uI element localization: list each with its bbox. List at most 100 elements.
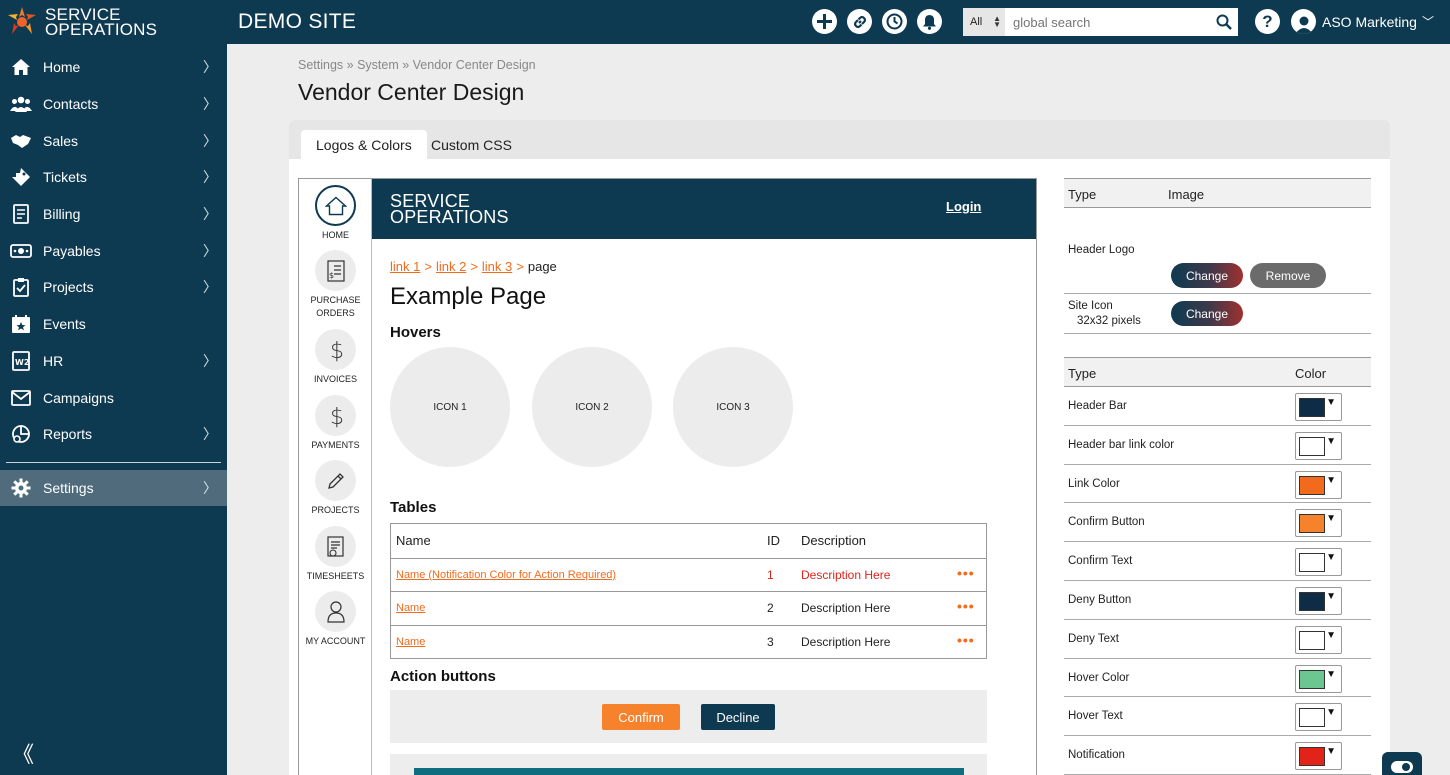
preview-nav-label: PROJECTS: [311, 505, 360, 515]
links-button[interactable]: [847, 9, 872, 34]
change-site-icon-button[interactable]: Change: [1171, 301, 1243, 326]
color-picker-dropdown[interactable]: ▼: [1295, 703, 1342, 732]
vendor-center-preview: HOME $ PURCHASE ORDERS $ INVOICES $ PAYM…: [298, 178, 1037, 775]
sidebar-item-campaigns[interactable]: Campaigns: [0, 379, 227, 416]
color-swatch: [1299, 669, 1325, 689]
brand-logo[interactable]: SERVICE OPERATIONS: [0, 0, 227, 44]
sidebar-item-contacts[interactable]: Contacts 〉: [0, 86, 227, 123]
svg-text:$: $: [330, 405, 344, 429]
preview-nav-label: ORDERS: [316, 308, 355, 318]
notifications-button[interactable]: [917, 9, 942, 34]
table-row: Name 3 Description Here •••: [391, 624, 986, 659]
color-swatch: [1299, 708, 1325, 728]
search-scope-select[interactable]: All ▲ ▼: [963, 8, 1005, 36]
tab-logos-colors[interactable]: Logos & Colors: [301, 130, 427, 160]
color-setting-row: Confirm Button ▼: [1064, 503, 1371, 543]
reports-icon: [10, 423, 32, 445]
home-icon: [10, 56, 32, 78]
preview-nav-projects[interactable]: PROJECTS: [299, 460, 372, 517]
chevron-right-icon: 〉: [203, 59, 217, 76]
sidebar-item-projects[interactable]: Projects 〉: [0, 269, 227, 306]
row-name-link[interactable]: Name: [396, 636, 425, 648]
sidebar-item-reports[interactable]: Reports 〉: [0, 416, 227, 453]
sidebar-item-home[interactable]: Home 〉: [0, 49, 227, 86]
sidebar-item-sales[interactable]: Sales 〉: [0, 122, 227, 159]
preview-hover-icon-1[interactable]: ICON 1: [390, 347, 510, 467]
change-header-logo-button[interactable]: Change: [1171, 263, 1243, 288]
color-picker-dropdown[interactable]: ▼: [1295, 509, 1342, 538]
preview-header-logo: SERVICE OPERATIONS: [390, 191, 509, 227]
preview-page-title: Example Page: [390, 283, 547, 310]
preview-login-link[interactable]: Login: [946, 199, 981, 214]
sidebar-item-payables[interactable]: Payables 〉: [0, 232, 227, 269]
color-picker-dropdown[interactable]: ▼: [1295, 742, 1342, 771]
recent-history-button[interactable]: [882, 9, 907, 34]
color-picker-dropdown[interactable]: ▼: [1295, 431, 1342, 460]
tab-custom-css[interactable]: Custom CSS: [416, 130, 527, 160]
sidebar-item-label: Sales: [43, 132, 79, 149]
images-settings-table: Type Image Header Logo Change Remove Sit…: [1064, 178, 1371, 334]
color-picker-dropdown[interactable]: ▼: [1295, 393, 1342, 421]
sidebar-item-settings[interactable]: Settings 〉: [0, 469, 227, 507]
help-button[interactable]: ?: [1255, 9, 1280, 34]
sidebar-item-label: Campaigns: [43, 389, 114, 406]
preview-hover-icon-3[interactable]: ICON 3: [673, 347, 793, 467]
sidebar-item-billing[interactable]: Billing 〉: [0, 196, 227, 233]
row-name-link[interactable]: Name (Notification Color for Action Requ…: [396, 569, 616, 581]
preview-decline-button[interactable]: Decline: [701, 704, 775, 730]
color-picker-dropdown[interactable]: ▼: [1295, 586, 1342, 615]
preview-nav-invoices[interactable]: $ INVOICES: [299, 329, 372, 386]
row-description: Description Here: [801, 601, 891, 616]
preview-crumb-link[interactable]: link 3: [482, 259, 512, 274]
colors-settings-table: Type Color Header Bar ▼ Header bar link co…: [1064, 357, 1371, 775]
color-setting-label: Header bar link color: [1068, 438, 1175, 451]
crumb-separator: >: [516, 259, 524, 274]
add-button[interactable]: [812, 9, 837, 34]
preview-nav-label: PURCHASE: [310, 295, 361, 305]
color-setting-row: Header Bar ▼: [1064, 387, 1371, 426]
color-picker-dropdown[interactable]: ▼: [1295, 470, 1342, 499]
preview-hover-icon-2[interactable]: ICON 2: [532, 347, 652, 467]
preview-crumb-current: page: [527, 259, 557, 274]
preview-nav-payments[interactable]: $ PAYMENTS: [299, 395, 372, 452]
dropdown-arrow-icon: ▼: [1326, 552, 1336, 564]
pencil-icon: [315, 460, 356, 501]
column-header-description: Description: [801, 533, 867, 549]
preview-crumb-link[interactable]: link 2: [436, 259, 466, 274]
color-setting-row: Notification ▼: [1064, 736, 1371, 775]
row-id: 1: [767, 567, 774, 582]
color-picker-dropdown[interactable]: ▼: [1295, 548, 1342, 577]
chat-toggle-button[interactable]: [1382, 752, 1422, 775]
preview-nav-timesheets[interactable]: TIMESHEETS: [299, 526, 372, 583]
more-options-icon[interactable]: •••: [957, 632, 975, 648]
more-options-icon[interactable]: •••: [957, 598, 975, 614]
preview-nav-home[interactable]: HOME: [299, 185, 372, 242]
user-menu[interactable]: ASO Marketing ﹀: [1291, 9, 1434, 34]
sidebar-item-hr[interactable]: W2 HR 〉: [0, 343, 227, 380]
color-swatch: [1299, 630, 1325, 650]
chevron-down-icon: ﹀: [1421, 15, 1434, 29]
preview-nav-purchase-orders[interactable]: $ PURCHASE ORDERS: [299, 250, 372, 320]
color-picker-dropdown[interactable]: ▼: [1295, 664, 1342, 693]
row-name-link[interactable]: Name: [396, 602, 425, 614]
color-picker-dropdown[interactable]: ▼: [1295, 625, 1342, 654]
sidebar-item-events[interactable]: Events: [0, 306, 227, 343]
remove-header-logo-button[interactable]: Remove: [1250, 263, 1326, 288]
color-setting-label: Notification: [1068, 749, 1125, 762]
preview-confirm-button[interactable]: Confirm: [602, 704, 680, 730]
more-options-icon[interactable]: •••: [957, 565, 975, 581]
top-bar: DEMO SITE All ▲▼ ? ASO Marketing ﹀: [227, 0, 1450, 44]
row-description: Description Here: [801, 634, 891, 649]
sidebar-item-label: Payables: [43, 242, 101, 259]
collapse-sidebar-button[interactable]: 《: [12, 737, 34, 769]
ticket-icon: [10, 166, 32, 188]
search-button[interactable]: [1210, 8, 1238, 36]
preview-crumb-link[interactable]: link 1: [390, 259, 420, 274]
search-input[interactable]: [1005, 8, 1210, 36]
color-setting-row: Deny Button ▼: [1064, 581, 1371, 620]
color-setting-label: Deny Button: [1068, 593, 1132, 606]
breadcrumb[interactable]: Settings » System » Vendor Center Design: [298, 58, 536, 72]
preview-nav-my-account[interactable]: MY ACCOUNT: [299, 591, 372, 648]
sidebar-item-tickets[interactable]: Tickets 〉: [0, 159, 227, 196]
color-setting-label: Confirm Button: [1068, 516, 1145, 529]
